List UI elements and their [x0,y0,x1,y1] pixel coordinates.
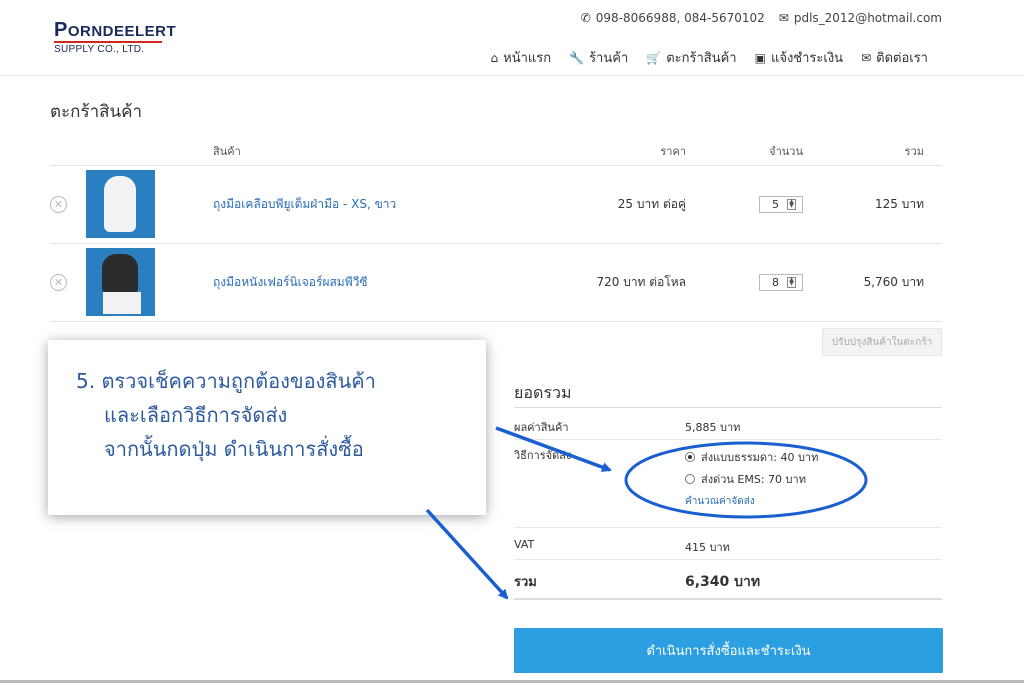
subtotal-label: ผลค่าสินค้า [514,421,569,434]
home-icon: ⌂ [490,50,499,65]
nav-shop-label: ร้านค้า [589,51,629,66]
quantity-value: 8 [772,275,779,289]
callout-line-2: และเลือกวิธีการจัดส่ง [104,403,288,427]
nav-cart-label: ตะกร้าสินค้า [666,51,737,66]
subtotal-value: 5,885 บาท [685,421,741,434]
product-link[interactable]: ถุงมือเคลือบพียูเต็มฝ่ามือ - XS, ขาว [213,197,396,211]
total-col-header: รวม [803,137,942,166]
price-col-header: ราคา [533,137,686,166]
remove-col-header [50,137,83,166]
item-total: 5,760 บาท [803,243,942,322]
cart-table: สินค้า ราคา จำนวน รวม ✕ ถุงมือเคลือบพียู… [50,137,942,322]
shipping-option-ems[interactable]: ส่งด่วน EMS: 70 บาท [685,468,818,490]
product-col-header: สินค้า [213,137,533,166]
logo-wordmark: PORNDEELERT [54,19,177,41]
phone-contact: ✆ 098-8066988, 084-5670102 [581,11,765,25]
subtotal-row: ผลค่าสินค้า 5,885 บาท [514,408,942,440]
nav-payment[interactable]: ▣ แจ้งชำระเงิน [755,47,843,68]
callout-line-1: 5. ตรวจเช็คความถูกต้องของสินค้า [76,369,376,393]
envelope-open-icon: ✉ [861,50,872,65]
logo-underline [54,41,162,43]
shipping-option-ems-label: ส่งด่วน EMS: 70 บาท [701,473,806,486]
shipping-option-normal[interactable]: ส่งแบบธรรมดา: 40 บาท [685,446,818,468]
email-text: pdls_2012@hotmail.com [793,11,942,25]
quantity-stepper[interactable]: 5 ▲ ▼ [759,195,803,213]
totals-title: ยอดรวม [514,378,942,408]
wrench-icon: 🔧 [569,50,585,65]
calculate-shipping-link[interactable]: คำนวณค่าจัดส่ง [685,494,818,509]
radio-unselected[interactable] [685,474,695,484]
spinner-arrows-icon[interactable]: ▲ ▼ [787,276,796,288]
annotation-arrow-checkout [425,508,509,600]
item-price: 25 บาท ต่อคู่ [533,165,686,244]
shipping-label: วิธีการจัดส่ง [514,449,572,462]
radio-selected[interactable] [685,452,695,462]
update-cart-button[interactable]: ปรับปรุงสินค้าในตะกร้า [822,328,942,356]
nav-home[interactable]: ⌂ หน้าแรก [491,47,552,68]
email-contact[interactable]: ✉ pdls_2012@hotmail.com [779,11,942,25]
nav-contact[interactable]: ✉ ติดต่อเรา [861,47,928,68]
vat-value: 415 บาท [685,541,730,554]
main-nav: ⌂ หน้าแรก 🔧 ร้านค้า 🛒 ตะกร้าสินค้า ▣ แจ้งชำร… [491,47,929,68]
contact-info: ✆ 098-8066988, 084-5670102 ✉ pdls_2012@h… [581,11,942,25]
shipping-option-normal-label: ส่งแบบธรรมดา: 40 บาท [701,451,819,464]
shipping-row: วิธีการจัดส่ง ส่งแบบธรรมดา: 40 บาท ส่งด่… [514,440,942,528]
item-price: 720 บาท ต่อโหล [533,243,686,322]
total-label: รวม [514,575,537,590]
nav-home-label: หน้าแรก [503,51,552,66]
total-value: 6,340 บาท [685,574,761,590]
black-glove-image [102,254,138,294]
callout-line-3: จากนั้นกดปุ่ม ดำเนินการสั่งซื้อ [104,437,364,461]
product-thumbnail[interactable] [86,170,155,238]
page-title: ตะกร้าสินค้า [50,102,143,122]
nav-contact-label: ติดต่อเรา [876,51,928,66]
basket-icon: 🛒 [646,50,662,65]
logo-subtitle: SUPPLY CO., LTD. [54,44,145,55]
site-header: PORNDEELERT SUPPLY CO., LTD. ✆ 098-80669… [0,0,1024,76]
quantity-stepper[interactable]: 8 ▲ ▼ [759,273,803,291]
envelope-icon: ✉ [778,11,789,25]
remove-item-icon[interactable]: ✕ [50,273,67,291]
cart-row: ✕ ถุงมือเคลือบพียูเต็มฝ่ามือ - XS, ขาว 2… [50,165,942,244]
instruction-callout: 5. ตรวจเช็คความถูกต้องของสินค้า และเลือก… [48,340,486,515]
nav-cart[interactable]: 🛒 ตะกร้าสินค้า [646,47,736,68]
item-total: 125 บาท [803,165,942,244]
cart-header-row: สินค้า ราคา จำนวน รวม [50,137,942,166]
nav-payment-label: แจ้งชำระเงิน [770,51,844,66]
phone-text: 098-8066988, 084-5670102 [595,11,765,25]
shipping-options: ส่งแบบธรรมดา: 40 บาท ส่งด่วน EMS: 70 บาท… [685,440,818,527]
vat-label: VAT [514,538,535,551]
image-col-header [83,137,213,166]
cart-row: ✕ ถุงมือหนังเฟอร์นิเจอร์ผสมพีวีซี 720 บา… [50,243,942,322]
qty-col-header: จำนวน [686,137,803,166]
product-thumbnail[interactable] [86,248,155,316]
total-row: รวม 6,340 บาท [514,560,942,600]
remove-item-icon[interactable]: ✕ [50,195,67,213]
company-logo[interactable]: PORNDEELERT SUPPLY CO., LTD. [54,19,177,55]
money-icon: ▣ [754,50,766,65]
nav-shop[interactable]: 🔧 ร้านค้า [569,47,628,68]
phone-icon: ✆ [580,11,591,25]
glove-cuff [103,292,141,314]
white-glove-image [104,176,136,232]
vat-row: VAT 415 บาท [514,528,942,560]
checkout-button[interactable]: ดำเนินการสั่งซื้อและชำระเงิน [514,628,943,673]
quantity-value: 5 [772,197,779,211]
product-link[interactable]: ถุงมือหนังเฟอร์นิเจอร์ผสมพีวีซี [213,275,368,289]
cart-totals: ยอดรวม ผลค่าสินค้า 5,885 บาท วิธีการจัดส… [514,378,942,600]
spinner-arrows-icon[interactable]: ▲ ▼ [787,198,796,210]
